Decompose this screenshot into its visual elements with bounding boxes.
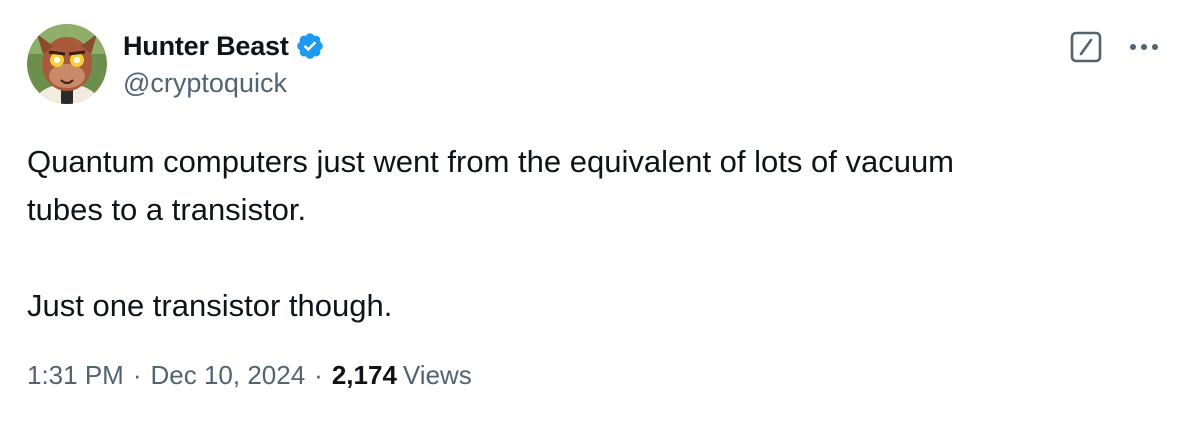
tweet-card: Hunter Beast @cryptoquick Quantum comput… bbox=[0, 0, 1182, 426]
grok-icon[interactable] bbox=[1069, 30, 1103, 64]
author-info: Hunter Beast @cryptoquick bbox=[123, 28, 325, 99]
views-label: Views bbox=[402, 360, 472, 390]
name-row: Hunter Beast bbox=[123, 28, 325, 64]
tweet-metadata: 1:31 PM · Dec 10, 2024 · 2,174 Views bbox=[27, 360, 472, 391]
verified-badge-icon[interactable] bbox=[295, 31, 325, 61]
author-handle[interactable]: @cryptoquick bbox=[123, 68, 325, 99]
author-display-name[interactable]: Hunter Beast bbox=[123, 31, 289, 62]
views-count: 2,174 bbox=[331, 360, 397, 390]
tweet-date[interactable]: Dec 10, 2024 bbox=[151, 360, 306, 391]
tweet-time[interactable]: 1:31 PM bbox=[27, 360, 124, 391]
meta-separator: · bbox=[314, 360, 323, 390]
meta-separator: · bbox=[132, 360, 142, 390]
avatar-image bbox=[27, 24, 107, 104]
tweet-text: Quantum computers just went from the equ… bbox=[27, 144, 955, 323]
avatar[interactable] bbox=[27, 24, 107, 104]
more-dots-icon[interactable] bbox=[1124, 30, 1164, 64]
